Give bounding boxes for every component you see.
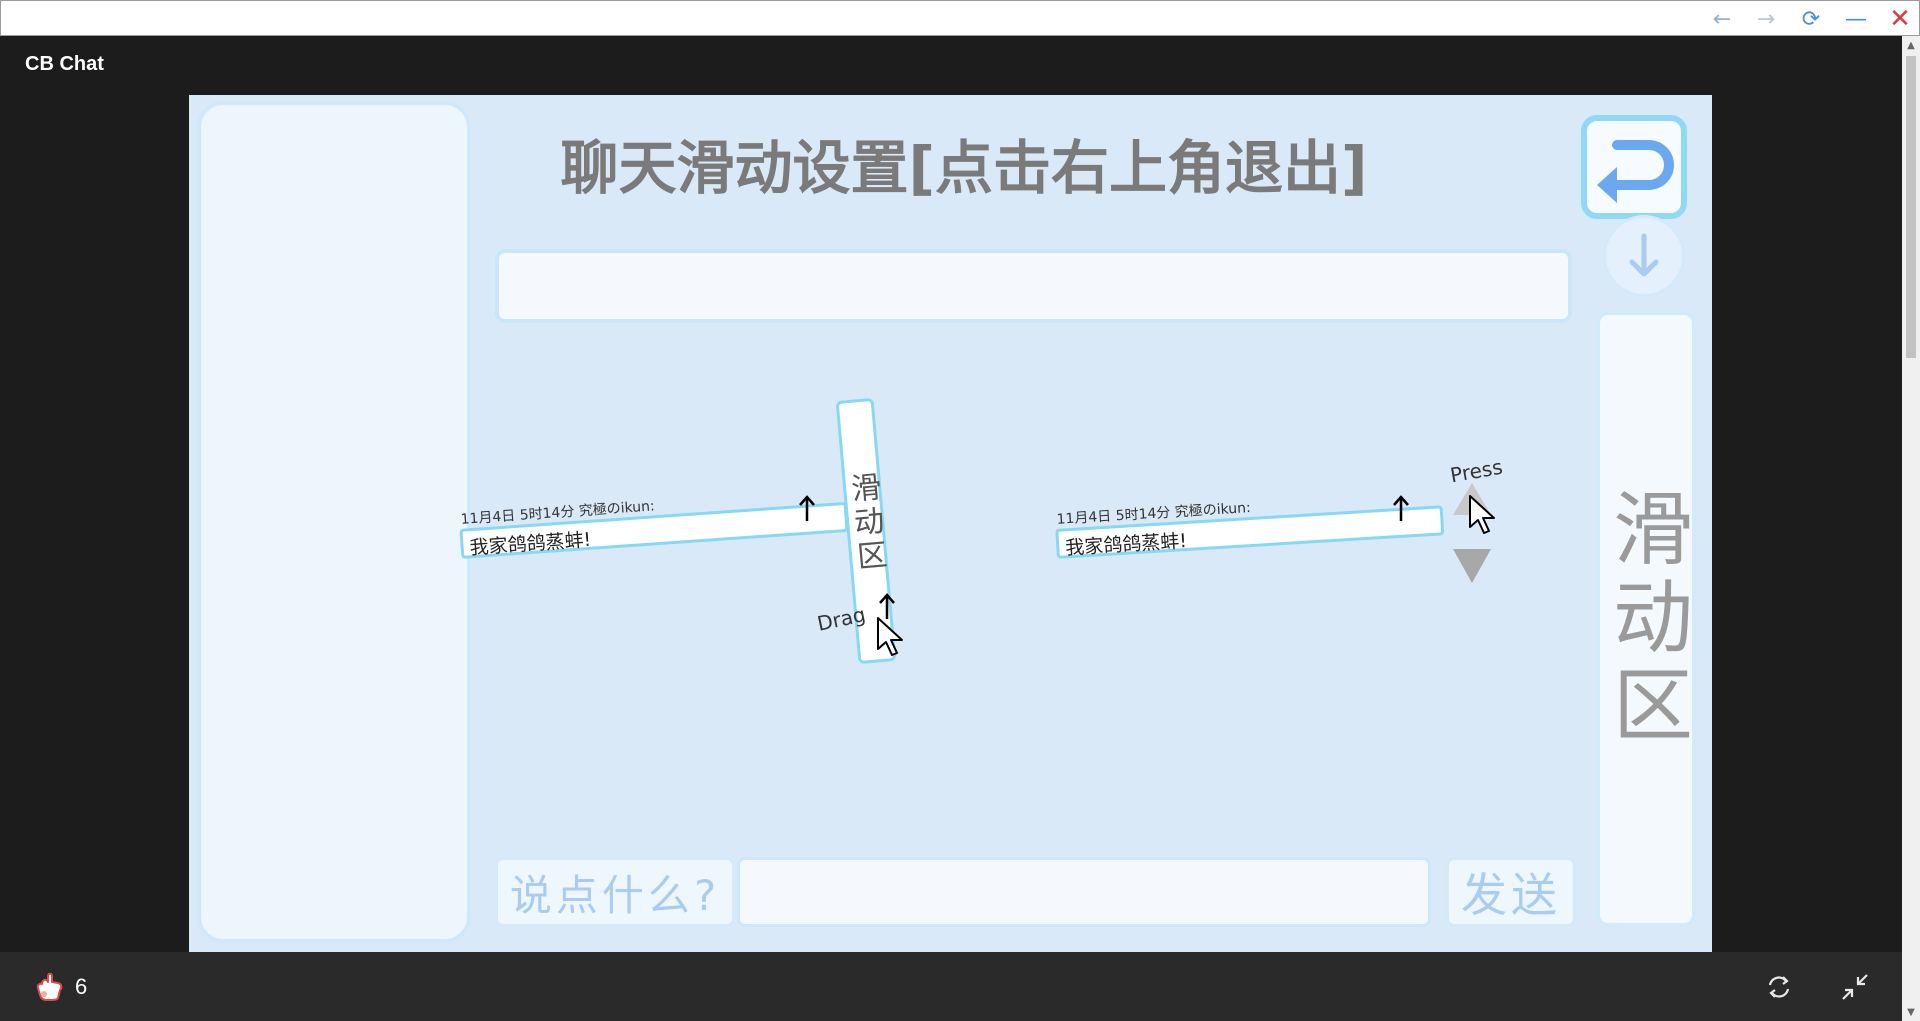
- message-input[interactable]: [737, 857, 1431, 927]
- right-scroll-area[interactable]: 滑动区: [1596, 311, 1696, 927]
- left-panel: [197, 101, 471, 943]
- page-scrollbar[interactable]: ▲ ▼: [1902, 36, 1920, 1021]
- exit-button[interactable]: [1581, 115, 1687, 219]
- bottom-bar: 6: [0, 952, 1902, 1021]
- send-button[interactable]: 发送: [1446, 857, 1576, 927]
- send-label: 发送: [1461, 868, 1561, 922]
- collapse-icon[interactable]: [1840, 972, 1870, 1002]
- sync-icon[interactable]: [1764, 972, 1794, 1002]
- demo-message-left: 11月4日 5时14分 究極のikun: 我家鸽鸽蒸蚌!: [458, 482, 851, 569]
- return-arrow-icon: [1597, 140, 1674, 203]
- up-arrow-icon: [1393, 495, 1409, 521]
- forward-button[interactable]: →: [1748, 4, 1784, 34]
- message-display-bar: [495, 249, 1572, 323]
- cursor-icon: [1469, 495, 1495, 534]
- demo-message-text: 我家鸽鸽蒸蚌!: [469, 528, 592, 560]
- input-label: 说点什么?: [509, 870, 721, 920]
- back-button[interactable]: ←: [1704, 4, 1740, 34]
- scroll-up-arrow-icon[interactable]: ▲: [1902, 36, 1920, 54]
- down-arrow-icon: [1629, 233, 1659, 277]
- scrollbar-thumb[interactable]: [1906, 56, 1916, 358]
- scroll-down-arrow-icon[interactable]: ▼: [1902, 1003, 1920, 1021]
- scroll-down-button[interactable]: [1603, 215, 1685, 297]
- close-button[interactable]: ✕: [1882, 4, 1918, 34]
- up-arrow-icon: [799, 495, 815, 521]
- page-title: 聊天滑动设置[点击右上角退出]: [560, 134, 1368, 202]
- reload-button[interactable]: ⟳: [1793, 4, 1829, 34]
- cursor-icon: [877, 617, 903, 656]
- scroll-area-label: 滑动区: [1600, 487, 1693, 751]
- demo-message-text: 我家鸽鸽蒸蚌!: [1064, 529, 1188, 560]
- like-count: 6: [75, 974, 88, 999]
- app-title: CB Chat: [25, 53, 104, 75]
- demo-message-right: 11月4日 5时14分 究極のikun: 我家鸽鸽蒸蚌!: [1054, 485, 1447, 569]
- hand-icon[interactable]: [34, 970, 66, 1002]
- input-label-box: 说点什么?: [495, 857, 735, 927]
- minimize-button[interactable]: —: [1838, 4, 1874, 34]
- triangle-down-icon: [1453, 549, 1491, 583]
- game-canvas[interactable]: 聊天滑动设置[点击右上角退出] 滑动区 11月4日 5时14分 究極のikun:…: [189, 95, 1712, 952]
- window-titlebar: ← → ⟳ — ✕: [0, 0, 1920, 36]
